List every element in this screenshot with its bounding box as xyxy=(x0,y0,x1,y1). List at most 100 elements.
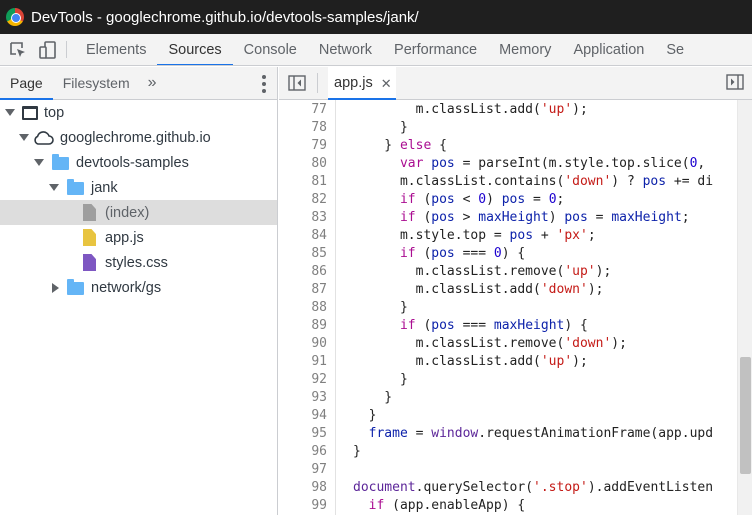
code-line[interactable]: 92 } xyxy=(279,371,752,389)
close-icon[interactable]: ✕ xyxy=(381,77,392,90)
line-number[interactable]: 86 xyxy=(279,263,327,281)
line-number[interactable]: 94 xyxy=(279,407,327,425)
code-text: } xyxy=(353,408,377,423)
tab-application[interactable]: Application xyxy=(562,34,655,65)
code-line[interactable]: 79 } else { xyxy=(279,137,752,155)
code-line[interactable]: 78 } xyxy=(279,119,752,137)
tab-sources[interactable]: Sources xyxy=(157,34,233,65)
tree-item-label: top xyxy=(44,104,65,121)
code-line[interactable]: 88 } xyxy=(279,299,752,317)
tree-item-domain[interactable]: googlechrome.github.io xyxy=(0,125,277,150)
tab-security[interactable]: Se xyxy=(655,34,695,65)
code-line[interactable]: 89 if (pos === maxHeight) { xyxy=(279,317,752,335)
code-text: m.style.top = pos + 'px'; xyxy=(353,228,596,243)
devtools-main-toolbar: Elements Sources Console Network Perform… xyxy=(0,34,752,66)
code-text: var pos = parseInt(m.style.top.slice(0, xyxy=(399,156,706,171)
code-line[interactable]: 90 m.classList.remove('down'); xyxy=(279,335,752,353)
line-number[interactable]: 77 xyxy=(279,101,327,119)
navigator-tab-page[interactable]: Page xyxy=(0,67,53,100)
line-number[interactable]: 97 xyxy=(279,461,327,479)
line-number[interactable]: 79 xyxy=(279,137,327,155)
line-number[interactable]: 87 xyxy=(279,281,327,299)
device-toolbar-icon[interactable] xyxy=(36,34,60,65)
navigator-tabs: Page Filesystem » xyxy=(0,67,277,100)
editor-tab-app-js[interactable]: app.js ✕ xyxy=(328,67,396,100)
inspect-element-icon[interactable] xyxy=(6,34,30,65)
line-number[interactable]: 84 xyxy=(279,227,327,245)
toggle-debugger-icon[interactable] xyxy=(726,74,744,90)
tab-memory[interactable]: Memory xyxy=(488,34,562,65)
tab-console[interactable]: Console xyxy=(233,34,308,65)
line-number[interactable]: 81 xyxy=(279,173,327,191)
code-line[interactable]: 80 var pos = parseInt(m.style.top.slice(… xyxy=(279,155,752,173)
line-number[interactable]: 89 xyxy=(279,317,327,335)
tree-item-jank[interactable]: jank xyxy=(0,175,277,200)
code-line[interactable]: 86 m.classList.remove('up'); xyxy=(279,263,752,281)
tree-item-index[interactable]: (index) xyxy=(0,200,277,225)
line-number[interactable]: 88 xyxy=(279,299,327,317)
code-text: } xyxy=(353,390,393,405)
expand-arrow-down-icon[interactable] xyxy=(4,107,16,119)
line-number[interactable]: 92 xyxy=(279,371,327,389)
code-line[interactable]: 94 } xyxy=(279,407,752,425)
tab-performance[interactable]: Performance xyxy=(383,34,488,65)
line-number[interactable]: 80 xyxy=(279,155,327,173)
code-line[interactable]: 87 m.classList.add('down'); xyxy=(279,281,752,299)
code-line[interactable]: 99 if (app.enableApp) { xyxy=(279,497,752,515)
code-text: } xyxy=(353,300,408,315)
tab-label: Elements xyxy=(86,41,147,58)
tree-item-top[interactable]: top xyxy=(0,100,277,125)
line-number[interactable]: 83 xyxy=(279,209,327,227)
more-tabs-chevron-icon[interactable]: » xyxy=(140,67,165,99)
line-number[interactable]: 99 xyxy=(279,497,327,515)
line-number[interactable]: 98 xyxy=(279,479,327,497)
tab-network[interactable]: Network xyxy=(308,34,383,65)
tree-item-network-gs[interactable]: network/gs xyxy=(0,275,277,300)
code-line[interactable]: 81 m.classList.contains('down') ? pos +=… xyxy=(279,173,752,191)
line-number[interactable]: 91 xyxy=(279,353,327,371)
line-number[interactable]: 93 xyxy=(279,389,327,407)
code-line[interactable]: 77 m.classList.add('up'); xyxy=(279,101,752,119)
line-number[interactable]: 85 xyxy=(279,245,327,263)
vertical-scrollbar[interactable] xyxy=(737,100,752,515)
chrome-logo-icon xyxy=(6,8,24,26)
code-line[interactable]: 97 xyxy=(279,461,752,479)
code-text: } xyxy=(353,444,361,459)
tab-label: Performance xyxy=(394,41,478,58)
code-text: if (pos === maxHeight) { xyxy=(399,318,588,333)
line-number[interactable]: 82 xyxy=(279,191,327,209)
tab-elements[interactable]: Elements xyxy=(75,34,157,65)
expand-arrow-down-icon[interactable] xyxy=(48,182,60,194)
line-number[interactable]: 95 xyxy=(279,425,327,443)
code-line[interactable]: 93 } xyxy=(279,389,752,407)
scrollbar-thumb[interactable] xyxy=(740,357,751,474)
line-number[interactable]: 78 xyxy=(279,119,327,137)
code-line[interactable]: 85 if (pos === 0) { xyxy=(279,245,752,263)
tree-item-devtools-samples[interactable]: devtools-samples xyxy=(0,150,277,175)
expand-arrow-down-icon[interactable] xyxy=(33,157,45,169)
more-options-kebab-icon[interactable] xyxy=(261,75,267,93)
toggle-navigator-icon[interactable] xyxy=(288,67,308,99)
code-line[interactable]: 91 m.classList.add('up'); xyxy=(279,353,752,371)
expand-arrow-right-icon[interactable] xyxy=(49,282,61,294)
code-line[interactable]: 84 m.style.top = pos + 'px'; xyxy=(279,227,752,245)
code-line[interactable]: 82 if (pos < 0) pos = 0; xyxy=(279,191,752,209)
expand-arrow-down-icon[interactable] xyxy=(18,132,30,144)
code-line[interactable]: 98 document.querySelector('.stop').addEve… xyxy=(279,479,752,497)
tree-item-label: network/gs xyxy=(91,279,162,296)
line-number[interactable]: 96 xyxy=(279,443,327,461)
folder-icon xyxy=(67,279,84,295)
code-line[interactable]: 83 if (pos > maxHeight) pos = maxHeight; xyxy=(279,209,752,227)
tab-label: Application xyxy=(573,41,645,58)
stylesheet-icon xyxy=(83,254,96,271)
line-number[interactable]: 90 xyxy=(279,335,327,353)
tree-item-styles-css[interactable]: styles.css xyxy=(0,250,277,275)
code-text: } xyxy=(353,120,408,135)
editor-tabs: app.js ✕ xyxy=(279,67,752,100)
code-line[interactable]: 95 frame = window.requestAnimationFrame(… xyxy=(279,425,752,443)
navigator-tab-filesystem[interactable]: Filesystem xyxy=(53,67,140,99)
code-line[interactable]: 96} xyxy=(279,443,752,461)
tree-item-label: devtools-samples xyxy=(76,154,189,171)
tree-item-app-js[interactable]: app.js xyxy=(0,225,277,250)
code-area[interactable]: 77 m.classList.add('up'); 78 } 79 } else {… xyxy=(279,100,752,515)
